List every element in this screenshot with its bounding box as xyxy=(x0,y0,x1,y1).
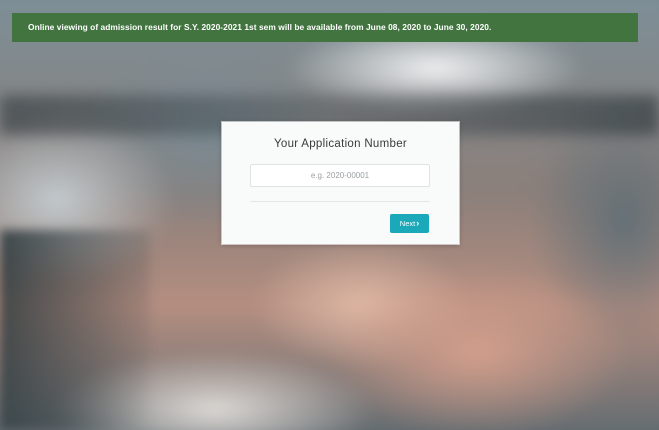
card-divider xyxy=(250,201,430,202)
next-button[interactable]: Next› xyxy=(390,214,429,233)
next-button-label: Next xyxy=(399,219,416,228)
application-number-input[interactable] xyxy=(250,164,430,187)
card-title: Your Application Number xyxy=(273,138,408,150)
chevron-right-icon: › xyxy=(416,218,420,228)
application-number-card: Your Application Number Next› xyxy=(222,122,459,244)
page-background: Online viewing of admission result for S… xyxy=(0,0,659,430)
background-laptop xyxy=(0,230,150,430)
announcement-banner: Online viewing of admission result for S… xyxy=(12,13,638,42)
